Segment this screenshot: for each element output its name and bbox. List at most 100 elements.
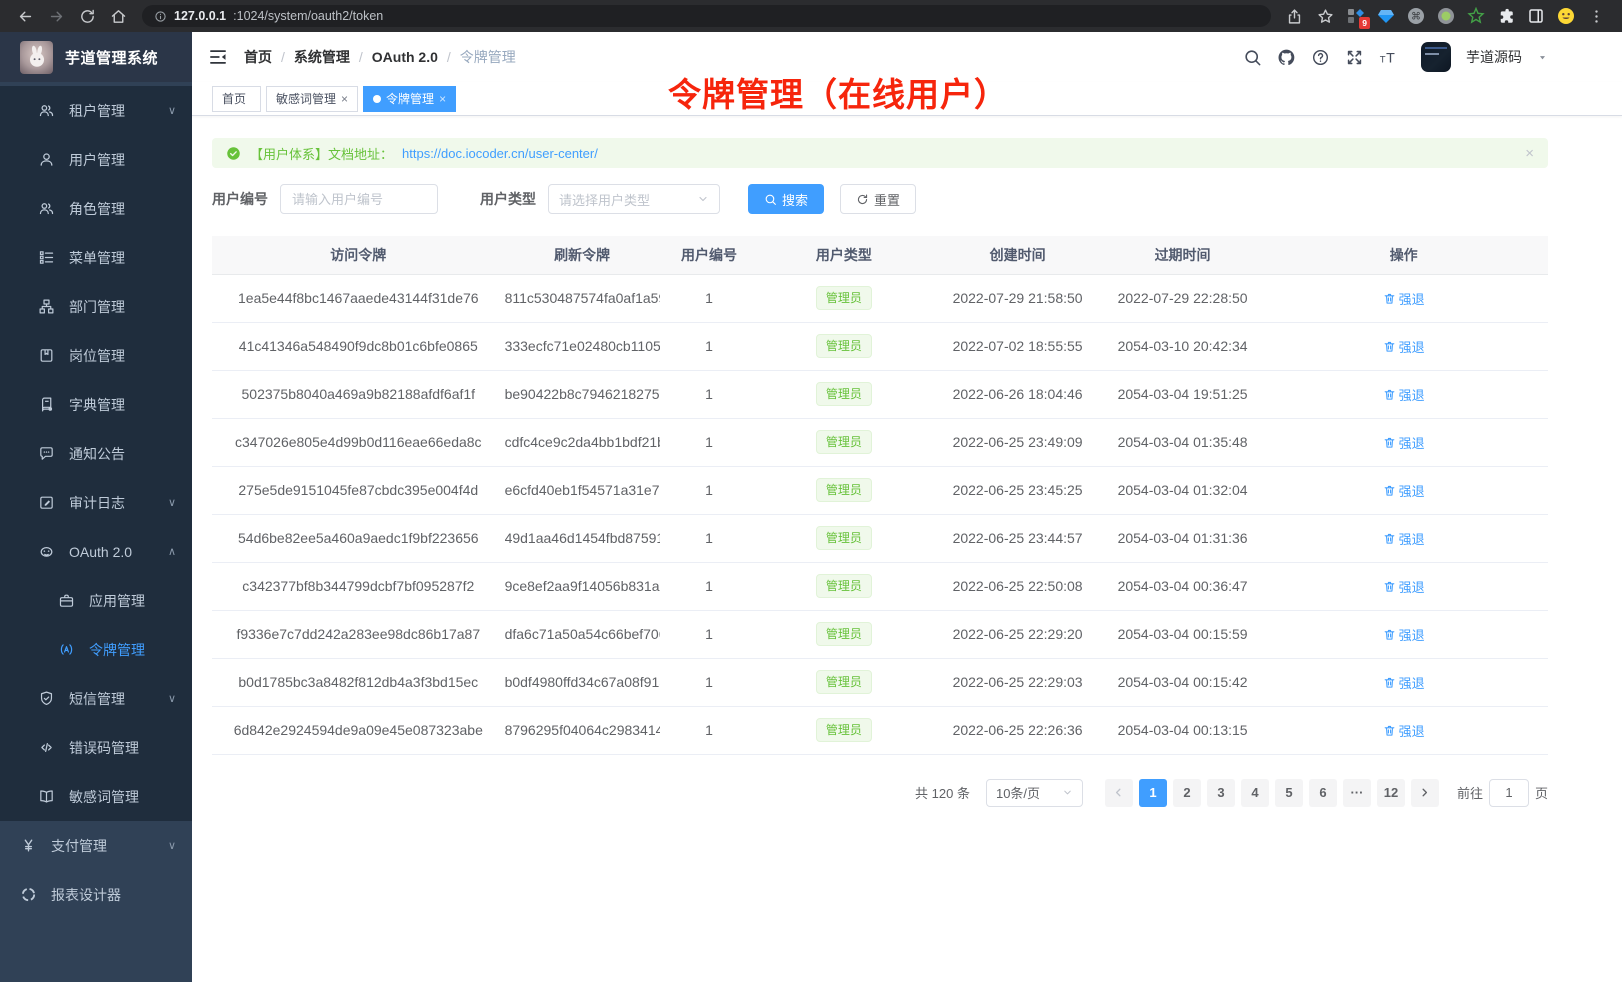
force-logout-button[interactable]: 强退 (1383, 721, 1425, 740)
help-icon[interactable] (1311, 48, 1330, 67)
goto-page-input[interactable] (1489, 779, 1529, 807)
record-circle-icon[interactable] (1437, 7, 1455, 25)
expires-at-cell: 2054-03-04 01:32:04 (1106, 466, 1260, 514)
user-menu-caret-icon[interactable] (1537, 52, 1548, 63)
page-number-button[interactable]: 1 (1139, 779, 1167, 807)
breadcrumb-item[interactable]: 令牌管理 (460, 47, 516, 67)
force-logout-button[interactable]: 强退 (1383, 625, 1425, 644)
home-icon[interactable] (110, 8, 127, 25)
font-size-icon[interactable] (1379, 48, 1398, 67)
chevron-down-icon (697, 193, 709, 205)
app-logo[interactable]: 芋道管理系统 (0, 32, 192, 82)
back-icon[interactable] (17, 8, 34, 25)
page-number-button[interactable]: 6 (1309, 779, 1337, 807)
sidebar-item[interactable]: 租户管理 ∨ (0, 86, 192, 135)
user-type-select[interactable]: 请选择用户类型 (548, 184, 720, 214)
page-size-select[interactable]: 10条/页 (986, 779, 1083, 807)
browser-toolbar: 127.0.0.1:1024/system/oauth2/token 9 ⌘ (0, 0, 1622, 32)
force-logout-button[interactable]: 强退 (1383, 289, 1425, 308)
fullscreen-icon[interactable] (1345, 48, 1364, 67)
sidebar-item[interactable]: 报表设计器 (0, 870, 192, 919)
tab[interactable]: 首页 (212, 86, 261, 112)
page-number-button[interactable]: ··· (1343, 779, 1371, 807)
sidebar-item[interactable]: 用户管理 (0, 135, 192, 184)
page-number-button[interactable]: 5 (1275, 779, 1303, 807)
bookmark-star-icon[interactable] (1317, 8, 1334, 25)
sidebar-item[interactable]: 部门管理 (0, 282, 192, 331)
alert-close-icon[interactable]: × (1525, 145, 1534, 162)
menu-item-icon (38, 298, 55, 315)
user-avatar[interactable] (1421, 42, 1451, 72)
tab[interactable]: 敏感词管理 × (266, 86, 358, 112)
user-type-cell: 管理员 (758, 466, 929, 514)
force-logout-button[interactable]: 强退 (1383, 481, 1425, 500)
page-number-button[interactable]: 4 (1241, 779, 1269, 807)
user-name[interactable]: 芋道源码 (1466, 47, 1522, 67)
sidebar-item[interactable]: 菜单管理 (0, 233, 192, 282)
sidebar-item[interactable]: 审计日志 ∨ (0, 478, 192, 527)
reload-icon[interactable] (79, 8, 96, 25)
actions-cell: 强退 (1259, 562, 1548, 610)
close-icon[interactable]: × (341, 93, 348, 105)
menu-item-label: 租户管理 (69, 101, 168, 121)
doc-link[interactable]: https://doc.iocoder.cn/user-center/ (402, 146, 598, 161)
command-circle-icon[interactable]: ⌘ (1407, 7, 1425, 25)
breadcrumb-item[interactable]: OAuth 2.0 (372, 49, 438, 65)
sidebar-item[interactable]: 角色管理 (0, 184, 192, 233)
force-logout-button[interactable]: 强退 (1383, 577, 1425, 596)
reader-mode-icon[interactable] (1527, 7, 1545, 25)
sidebar-item[interactable]: 字典管理 (0, 380, 192, 429)
share-icon[interactable] (1286, 8, 1303, 25)
sidebar-item[interactable]: 错误码管理 (0, 723, 192, 772)
puzzle-icon[interactable] (1497, 7, 1515, 25)
force-logout-button[interactable]: 强退 (1383, 337, 1425, 356)
force-logout-button[interactable]: 强退 (1383, 385, 1425, 404)
page-number-button[interactable]: 12 (1377, 779, 1405, 807)
grid-extension-icon[interactable]: 9 (1347, 7, 1365, 25)
tab-label: 令牌管理 (386, 90, 434, 107)
sidebar-item[interactable]: 敏感词管理 (0, 772, 192, 821)
menu-item-icon (38, 151, 55, 168)
page-number-button[interactable]: 3 (1207, 779, 1235, 807)
github-icon[interactable] (1277, 48, 1296, 67)
forward-icon[interactable] (48, 8, 65, 25)
star-green-icon[interactable] (1467, 7, 1485, 25)
expires-at-cell: 2054-03-04 19:51:25 (1106, 370, 1260, 418)
force-logout-button[interactable]: 强退 (1383, 529, 1425, 548)
actions-cell: 强退 (1259, 706, 1548, 754)
search-button[interactable]: 搜索 (748, 184, 824, 214)
browser-menu-icon[interactable] (1588, 8, 1605, 25)
sidebar-item[interactable]: 短信管理 ∨ (0, 674, 192, 723)
site-info-icon[interactable] (154, 10, 167, 23)
breadcrumb-separator: / (359, 49, 363, 65)
page-number-button[interactable]: 2 (1173, 779, 1201, 807)
address-bar[interactable]: 127.0.0.1:1024/system/oauth2/token (142, 5, 1271, 27)
search-icon[interactable] (1243, 48, 1262, 67)
breadcrumb-item[interactable]: 首页 (244, 47, 272, 67)
prev-page-button[interactable] (1105, 779, 1133, 807)
refresh-token-cell: 49d1aa46d1454fbd87591444423be9fa (505, 514, 660, 562)
sidebar-item[interactable]: 通知公告 (0, 429, 192, 478)
sidebar-item[interactable]: 支付管理 ∨ (0, 821, 192, 870)
sidebar-item[interactable]: 应用管理 (0, 576, 192, 625)
gem-icon[interactable] (1377, 7, 1395, 25)
tab[interactable]: 令牌管理 × (363, 86, 456, 112)
force-logout-button[interactable]: 强退 (1383, 673, 1425, 692)
user-id-input[interactable] (280, 184, 438, 214)
reset-button[interactable]: 重置 (840, 184, 916, 214)
collapse-sidebar-icon[interactable] (208, 47, 228, 67)
profile-emoji-icon[interactable] (1557, 7, 1575, 25)
sidebar-item[interactable]: 岗位管理 (0, 331, 192, 380)
column-header: 用户类型 (758, 236, 929, 274)
access-token-cell: 275e5de9151045fe87cbdc395e004f4d (212, 466, 505, 514)
sidebar-item[interactable]: OAuth 2.0 ∧ (0, 527, 192, 576)
created-at-cell: 2022-06-25 23:44:57 (929, 514, 1105, 562)
table-row: 41c41346a548490f9dc8b01c6bfe0865 333ecfc… (212, 322, 1548, 370)
force-logout-button[interactable]: 强退 (1383, 433, 1425, 452)
created-at-cell: 2022-06-25 22:29:03 (929, 658, 1105, 706)
breadcrumb-item[interactable]: 系统管理 (294, 47, 350, 67)
sidebar-item[interactable]: 令牌管理 (0, 625, 192, 674)
close-icon[interactable]: × (439, 93, 446, 105)
table-header-row: 访问令牌刷新令牌用户编号用户类型创建时间过期时间操作 (212, 236, 1548, 274)
next-page-button[interactable] (1411, 779, 1439, 807)
